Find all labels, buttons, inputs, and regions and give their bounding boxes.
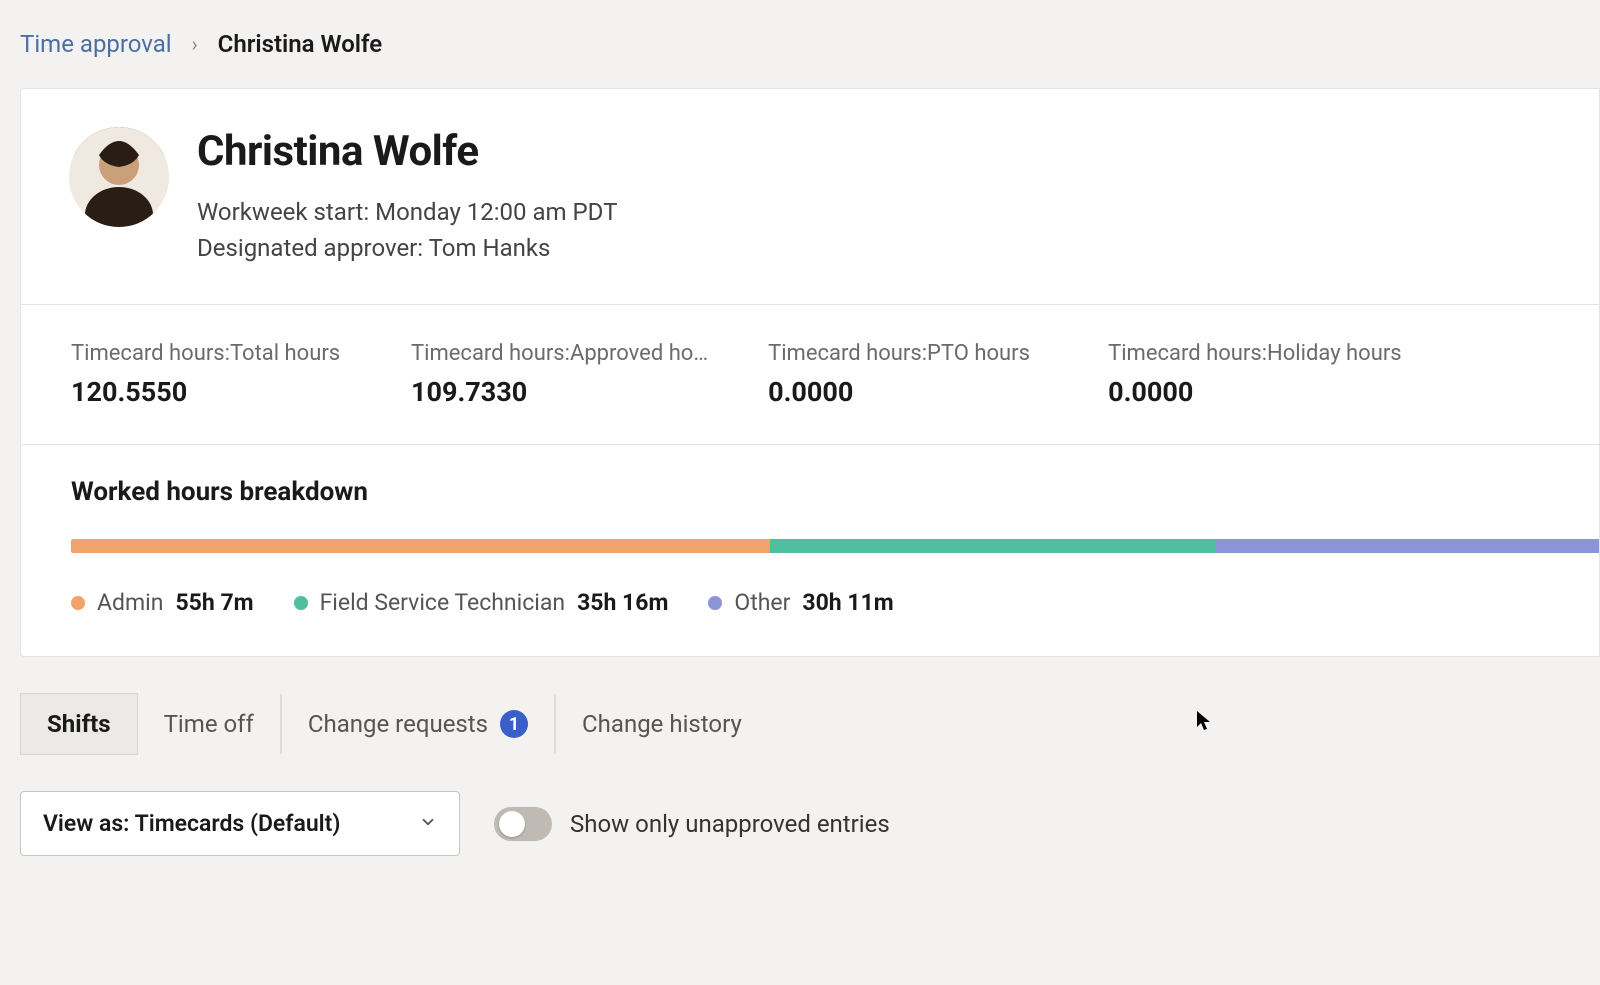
stat-pto-hours: Timecard hours:PTO hours 0.0000: [768, 341, 1048, 408]
breadcrumb-current: Christina Wolfe: [218, 30, 383, 58]
unapproved-toggle[interactable]: [494, 807, 552, 841]
stat-value: 0.0000: [768, 376, 1048, 408]
tabs: Shifts Time off Change requests 1 Change…: [20, 693, 1600, 755]
legend-value: 55h 7m: [175, 589, 253, 616]
tab-shifts[interactable]: Shifts: [20, 693, 138, 755]
stat-total-hours: Timecard hours:Total hours 120.5550: [71, 341, 351, 408]
legend-item-admin: Admin 55h 7m: [71, 589, 254, 616]
breadcrumb-root-link[interactable]: Time approval: [20, 30, 172, 58]
legend-dot-icon: [708, 596, 722, 610]
breakdown-bar: [71, 539, 1599, 553]
worked-hours-breakdown: Worked hours breakdown Admin 55h 7m Fiel…: [21, 444, 1599, 656]
tab-time-off[interactable]: Time off: [138, 694, 282, 754]
toggle-knob: [499, 811, 525, 837]
legend-name: Field Service Technician: [320, 589, 566, 616]
bar-segment-field-service: [770, 539, 1217, 553]
stat-value: 120.5550: [71, 376, 351, 408]
stat-label: Timecard hours:PTO hours: [768, 341, 1048, 366]
stat-label: Timecard hours:Holiday hours: [1108, 341, 1402, 366]
bar-segment-other: [1216, 539, 1599, 553]
view-as-select[interactable]: View as: Timecards (Default): [20, 791, 460, 856]
legend-dot-icon: [71, 596, 85, 610]
legend-value: 30h 11m: [802, 589, 893, 616]
stat-value: 0.0000: [1108, 376, 1402, 408]
tab-label: Shifts: [47, 710, 111, 738]
legend-name: Admin: [97, 589, 163, 616]
designated-approver: Designated approver: Tom Hanks: [197, 230, 617, 266]
select-label: View as: Timecards (Default): [43, 810, 340, 837]
workweek-start: Workweek start: Monday 12:00 am PDT: [197, 194, 617, 230]
tab-label: Time off: [164, 710, 254, 738]
tab-change-requests[interactable]: Change requests 1: [282, 694, 556, 754]
legend-item-other: Other 30h 11m: [708, 589, 893, 616]
toggle-label: Show only unapproved entries: [570, 810, 890, 838]
profile-info: Christina Wolfe Workweek start: Monday 1…: [197, 127, 617, 266]
breadcrumb: Time approval › Christina Wolfe: [0, 0, 1600, 88]
legend-item-field-service: Field Service Technician 35h 16m: [294, 589, 669, 616]
breakdown-legend: Admin 55h 7m Field Service Technician 35…: [71, 589, 1599, 616]
stats-row: Timecard hours:Total hours 120.5550 Time…: [21, 304, 1599, 444]
controls-row: View as: Timecards (Default) Show only u…: [20, 791, 1600, 856]
legend-name: Other: [734, 589, 790, 616]
chevron-right-icon: ›: [192, 32, 198, 56]
stat-label: Timecard hours:Total hours: [71, 341, 351, 366]
tab-label: Change history: [582, 710, 742, 738]
bar-segment-admin: [71, 539, 770, 553]
tab-label: Change requests: [308, 710, 488, 738]
stat-holiday-hours: Timecard hours:Holiday hours 0.0000: [1108, 341, 1402, 408]
stat-approved-hours: Timecard hours:Approved ho… 109.7330: [411, 341, 708, 408]
legend-value: 35h 16m: [577, 589, 668, 616]
avatar: [69, 127, 169, 227]
stat-value: 109.7330: [411, 376, 708, 408]
stat-label: Timecard hours:Approved ho…: [411, 341, 708, 366]
legend-dot-icon: [294, 596, 308, 610]
unapproved-toggle-group: Show only unapproved entries: [494, 807, 890, 841]
employee-card: Christina Wolfe Workweek start: Monday 1…: [20, 88, 1600, 657]
tab-badge: 1: [500, 710, 528, 738]
breakdown-title: Worked hours breakdown: [71, 477, 1599, 507]
employee-name: Christina Wolfe: [197, 127, 617, 176]
tab-change-history[interactable]: Change history: [556, 694, 768, 754]
profile-header: Christina Wolfe Workweek start: Monday 1…: [21, 89, 1599, 304]
chevron-down-icon: [419, 810, 437, 837]
